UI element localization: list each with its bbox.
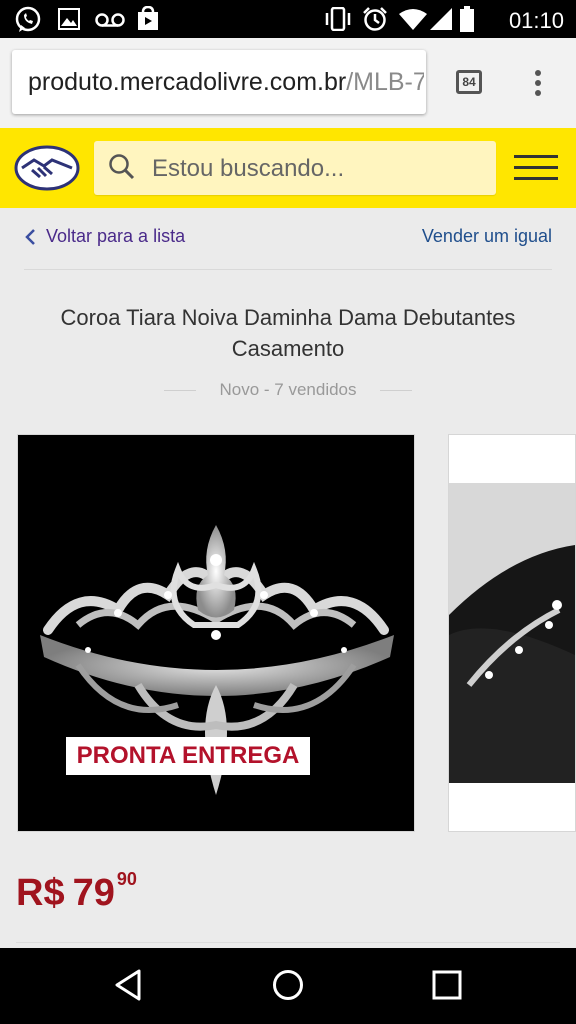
chevron-left-icon [25, 228, 35, 245]
breadcrumb: Voltar para a lista Vender um igual [24, 226, 552, 256]
status-bar: 01:10 [0, 0, 576, 38]
url-text[interactable]: produto.mercadolivre.com.br/MLB-70284321… [28, 68, 424, 97]
divider [16, 942, 560, 943]
image-icon [58, 8, 80, 30]
product-image-main[interactable]: PRONTA ENTREGA [17, 434, 415, 832]
back-icon[interactable] [112, 968, 144, 1002]
url-bar[interactable]: produto.mercadolivre.com.br/MLB-70284321… [12, 50, 426, 114]
menu-icon[interactable] [514, 154, 558, 182]
back-to-list-label: Voltar para a lista [46, 226, 186, 246]
tab-switcher-button[interactable]: 84 [456, 70, 482, 94]
home-icon[interactable] [271, 968, 305, 1002]
recents-icon[interactable] [432, 970, 462, 1000]
mercadolivre-logo-icon[interactable] [14, 144, 80, 192]
search-input[interactable] [150, 149, 484, 189]
whatsapp-icon [15, 6, 41, 32]
product-page: Voltar para a lista Vender um igual Coro… [0, 208, 576, 948]
price-integer: 79 [72, 872, 115, 914]
signal-icon [430, 8, 452, 30]
back-to-list-link[interactable]: Voltar para a lista [24, 226, 185, 247]
ready-delivery-badge: PRONTA ENTREGA [66, 737, 310, 775]
divider [380, 390, 412, 391]
alarm-icon [363, 7, 387, 31]
vibrate-icon [325, 7, 351, 31]
price-cents: 90 [116, 869, 137, 889]
product-image-next[interactable] [448, 434, 576, 832]
price-currency: R$ [16, 872, 65, 914]
system-navigation-bar [0, 948, 576, 1024]
battery-icon [460, 6, 474, 32]
voicemail-icon [95, 13, 125, 27]
divider [24, 269, 552, 270]
product-price: R$ 79 90 [16, 869, 137, 915]
url-path: /MLB-702843215-coroa-tiara [346, 68, 424, 96]
site-header [0, 128, 576, 208]
product-title: Coroa Tiara Noiva Daminha Dama Debutante… [60, 305, 516, 361]
sell-similar-link[interactable]: Vender um igual [422, 226, 552, 247]
browser-toolbar: produto.mercadolivre.com.br/MLB-70284321… [0, 38, 576, 128]
tiara-on-hair-image [449, 483, 575, 783]
overflow-menu-icon[interactable] [528, 68, 548, 98]
product-condition: Novo - 7 vendidos [219, 380, 357, 399]
clock: 01:10 [508, 8, 564, 33]
wifi-icon [399, 9, 427, 30]
search-icon[interactable] [108, 153, 136, 181]
play-store-icon [138, 6, 158, 30]
url-host: produto.mercadolivre.com.br [28, 68, 347, 96]
search-box[interactable] [94, 141, 496, 195]
system-status-icons: 01:10 [324, 6, 564, 33]
